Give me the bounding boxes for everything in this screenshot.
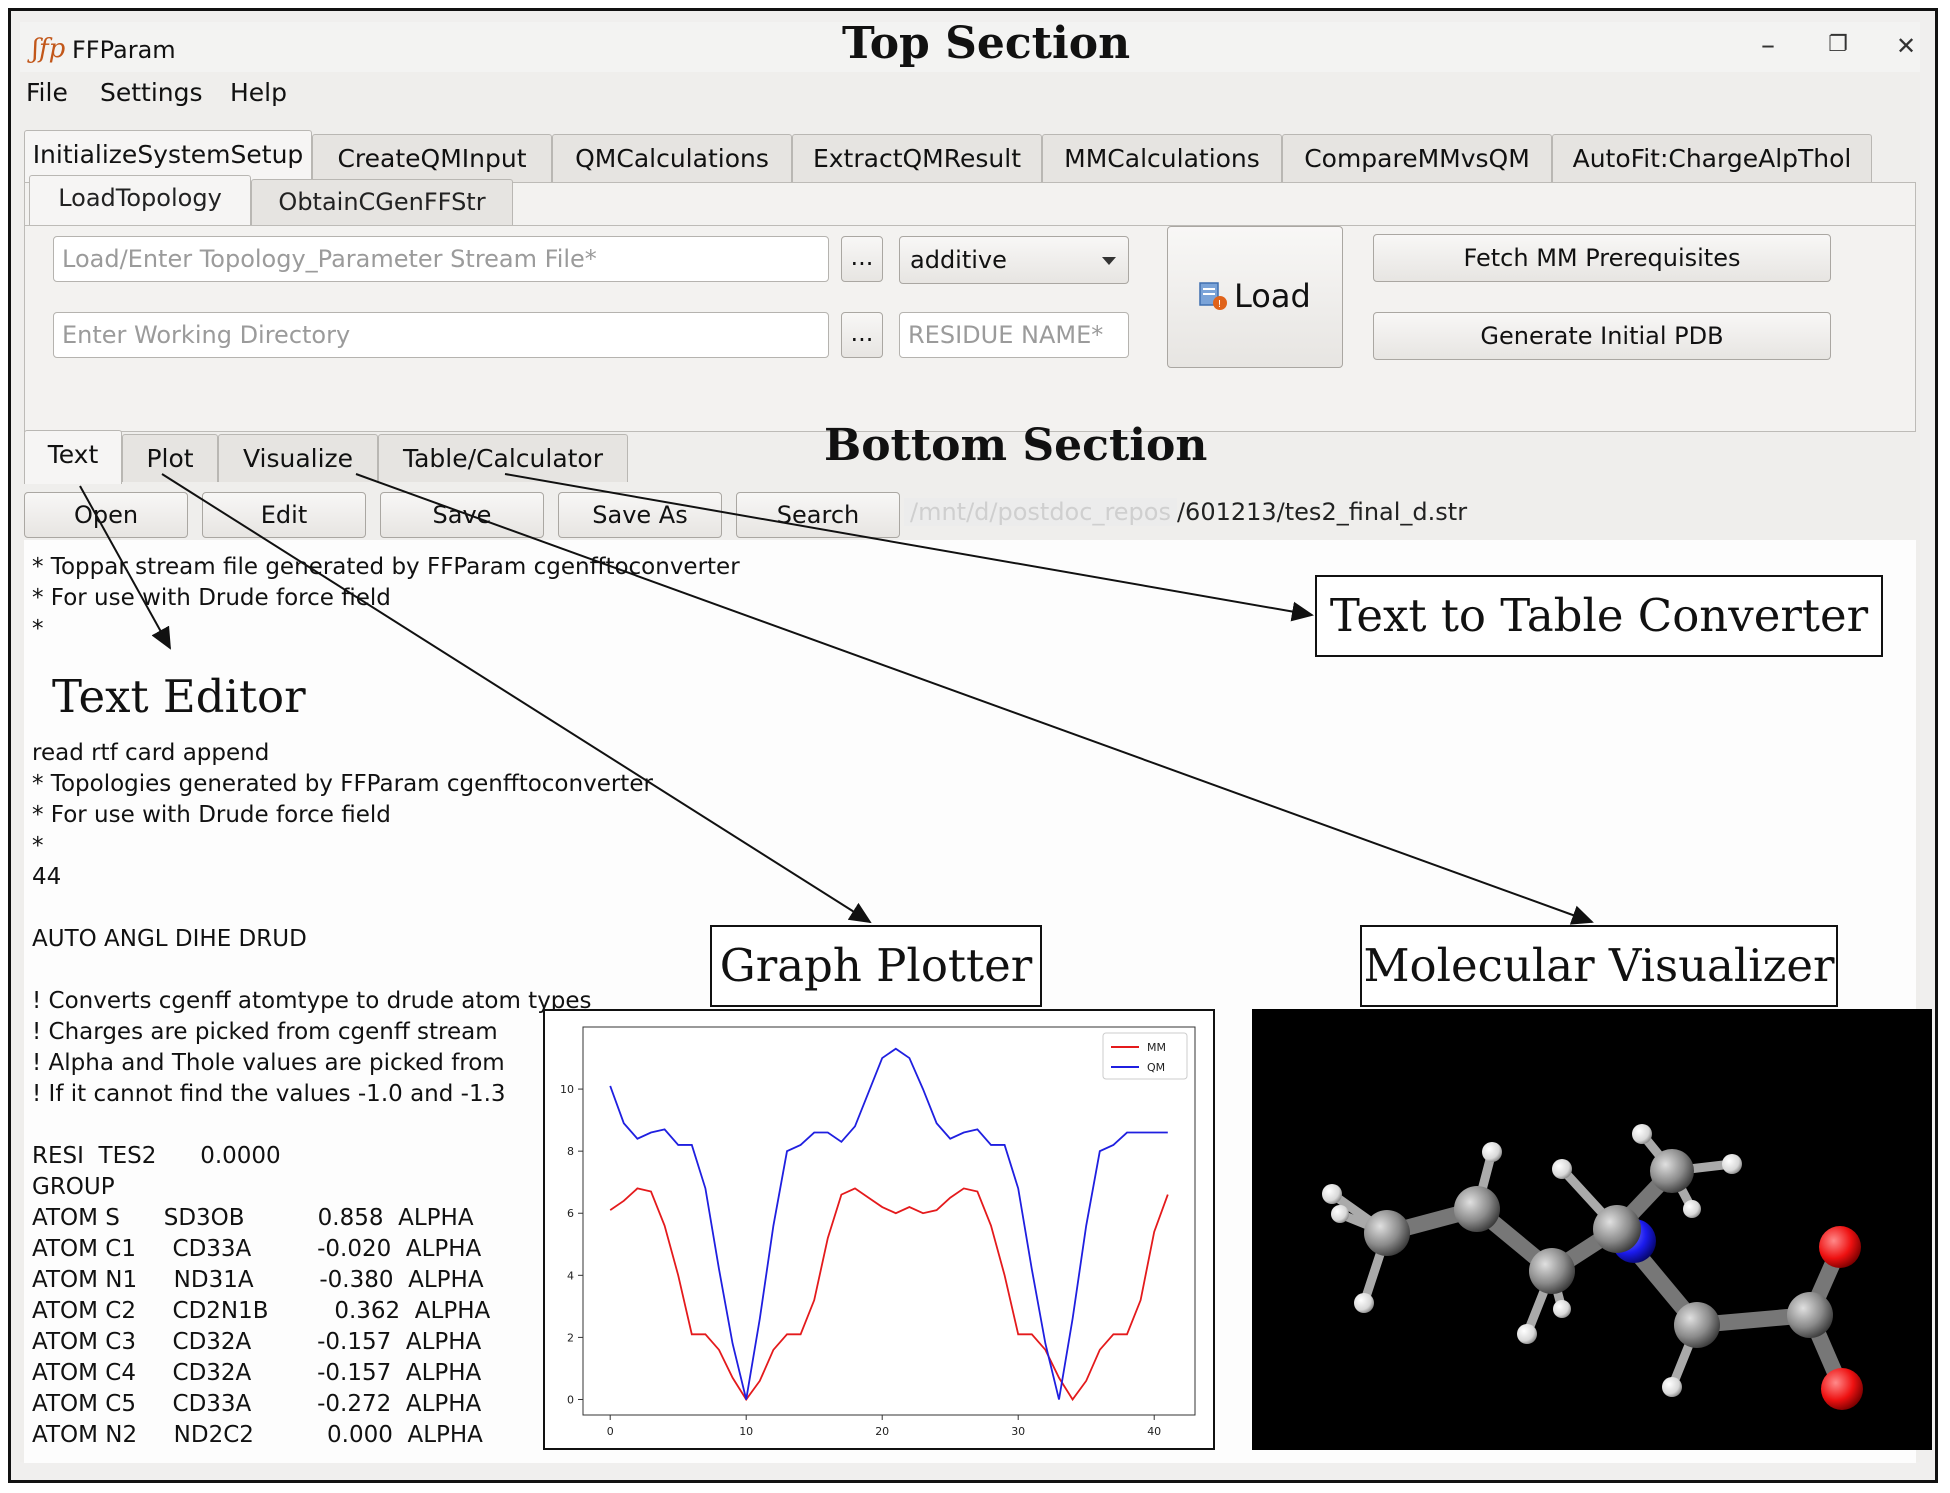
- x-tick-label: 30: [1011, 1425, 1025, 1438]
- y-tick-label: 4: [567, 1269, 574, 1282]
- molecule-render: [1322, 1124, 1863, 1410]
- x-tick-label: 40: [1147, 1425, 1161, 1438]
- x-tick-label: 0: [607, 1425, 614, 1438]
- series-line-qm: [609, 1047, 1168, 1400]
- arrow-molecular-visualizer: [355, 473, 1594, 925]
- legend-label-mm: MM: [1147, 1041, 1166, 1054]
- arrow-text-editor: [79, 485, 171, 650]
- y-tick-label: 8: [567, 1145, 574, 1158]
- graph-plotter-panel[interactable]: 0 10 20 30 40 0 2 4 6 8 10 MM QM: [543, 1009, 1215, 1450]
- line-chart: 0 10 20 30 40 0 2 4 6 8 10 MM QM: [560, 1026, 1196, 1438]
- molecule-bonds: [1327, 1129, 1850, 1397]
- y-tick-label: 6: [567, 1207, 574, 1220]
- arrow-graph-plotter: [161, 473, 872, 924]
- y-tick-label: 0: [567, 1393, 574, 1406]
- series-line-mm: [609, 1187, 1169, 1402]
- y-tick-label: 10: [560, 1083, 574, 1096]
- legend-box: [1102, 1032, 1188, 1080]
- y-tick-label: 2: [567, 1331, 574, 1344]
- legend-label-qm: QM: [1147, 1061, 1165, 1074]
- molecular-visualizer-panel[interactable]: [1252, 1009, 1932, 1450]
- x-tick-label: 10: [739, 1425, 753, 1438]
- molecule-atoms: [1322, 1124, 1863, 1410]
- arrow-text-to-table: [504, 473, 1314, 622]
- plot-axes-frame: [582, 1026, 1196, 1416]
- x-tick-label: 20: [875, 1425, 889, 1438]
